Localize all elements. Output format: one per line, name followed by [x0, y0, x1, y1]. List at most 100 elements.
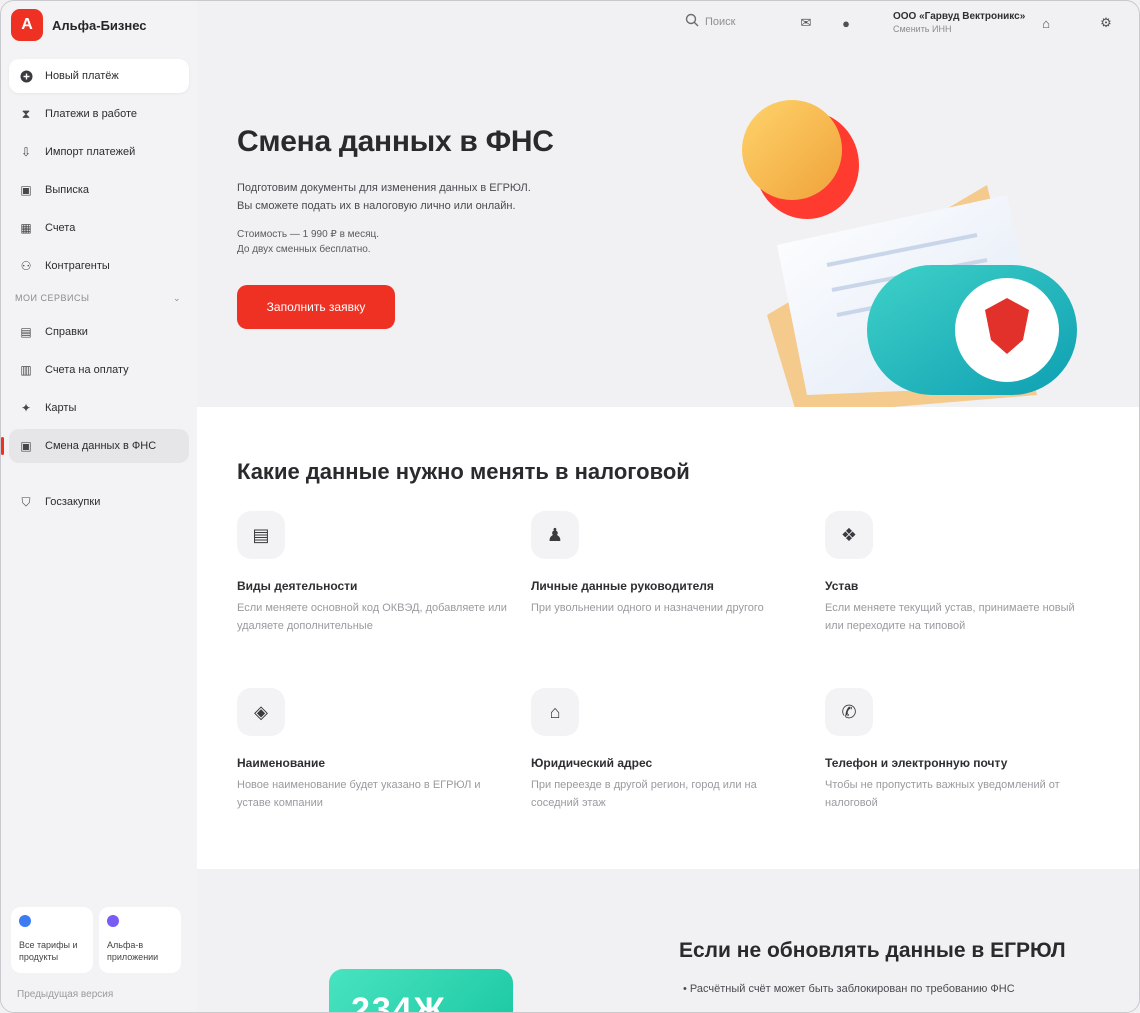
data-card-address: ⌂ Юридический адрес При переезде в друго…: [531, 688, 801, 812]
app-window: А Альфа-Бизнес Новый платёж ⧗ Платежи в …: [0, 0, 1140, 1013]
sidebar-item-cards[interactable]: ✦ Карты: [9, 391, 189, 425]
sidebar: А Альфа-Бизнес Новый платёж ⧗ Платежи в …: [1, 1, 197, 1012]
section-title: Какие данные нужно менять в налоговой: [237, 459, 690, 484]
data-change-section: Какие данные нужно менять в налоговой ▤ …: [197, 407, 1139, 869]
promo-card-tariffs[interactable]: Все тарифы и продукты: [11, 907, 93, 973]
search-placeholder: Поиск: [705, 15, 736, 28]
card-title: Виды деятельности: [237, 579, 358, 593]
card-text: При увольнении одного и назначении друго…: [531, 602, 764, 614]
sidebar-item-label: Госзакупки: [45, 496, 101, 508]
sidebar-item-contractors[interactable]: ⚇ Контрагенты: [9, 249, 189, 283]
sidebar-item-certificates[interactable]: ▤ Справки: [9, 315, 189, 349]
procurement-icon: ⛉: [21, 494, 31, 509]
price-line: Стоимость — 1 990 ₽ в месяц.: [237, 229, 380, 240]
company-switcher[interactable]: ООО «Гарвуд Вектроникс» Сменить ИНН: [893, 10, 1025, 36]
address-icon: ⌂: [531, 688, 579, 736]
card-title: Юридический адрес: [531, 756, 653, 770]
section-title: Если не обновлять данные в ЕГРЮЛ: [679, 939, 1066, 962]
sidebar-item-statement[interactable]: ▣ Выписка: [9, 173, 189, 207]
sidebar-item-tax-data[interactable]: ▣ Смена данных в ФНС: [1, 429, 189, 463]
card-title: Наименование: [237, 756, 326, 770]
hero-price: Стоимость — 1 990 ₽ в месяц. До двух сме…: [237, 227, 379, 257]
promo-illustration-card: 234Ж: [329, 969, 513, 1012]
card-text: При переезде в другой регион, город или …: [531, 779, 757, 809]
hero-desc-line: Подготовим документы для изменения данны…: [237, 182, 531, 194]
sidebar-item-label: Платежи в работе: [45, 108, 138, 120]
cards-icon: ✦: [20, 401, 32, 415]
search-icon: [685, 13, 699, 30]
data-card-contact: ✆ Телефон и электронную почту Чтобы не п…: [825, 688, 1095, 812]
invoice-icon: ▥: [20, 363, 32, 377]
mail-icon[interactable]: ✉: [797, 14, 815, 32]
sidebar-item-label: Счета на оплату: [45, 364, 129, 376]
hourglass-icon: ⧗: [21, 106, 31, 121]
app-name: Альфа-Бизнес: [52, 17, 147, 33]
company-name: ООО «Гарвуд Вектроникс»: [893, 11, 1026, 22]
contact-icon: ✆: [825, 688, 873, 736]
sidebar-nav: Новый платёж ⧗ Платежи в работе ⇩ Импорт…: [1, 59, 189, 523]
sidebar-item-label: Счета: [45, 222, 76, 234]
data-card-activity: ▤ Виды деятельности Если меняете основно…: [237, 511, 507, 635]
sidebar-item-label: Справки: [45, 326, 88, 338]
promo-card-app[interactable]: Альфа-в приложении: [99, 907, 181, 973]
services-section-header[interactable]: МОИ СЕРВИСЫ ⌄: [9, 287, 189, 309]
search[interactable]: Поиск: [685, 13, 735, 30]
card-text: Чтобы не пропустить важных уведомлений о…: [825, 779, 1060, 809]
charter-icon: ❖: [825, 511, 873, 559]
sidebar-item-label: Импорт платежей: [45, 146, 136, 158]
app-icon: [107, 915, 119, 927]
previous-version-link[interactable]: Предыдущая версия: [17, 989, 113, 1000]
promo-cards: Все тарифы и продукты Альфа-в приложении: [11, 907, 181, 973]
warning-bullet: • Расчётный счёт может быть заблокирован…: [683, 983, 1015, 995]
data-card-name: ◈ Наименование Новое наименование будет …: [237, 688, 507, 812]
tax-data-icon: ▣: [20, 439, 32, 453]
egrul-warning-section: 234Ж Если не обновлять данные в ЕГРЮЛ • …: [197, 869, 1139, 1012]
card-text: Если меняете текущий устав, принимаете н…: [825, 602, 1075, 632]
gear-icon[interactable]: ⚙: [1097, 14, 1115, 32]
hero-illustration: [737, 95, 1097, 415]
import-icon: ⇩: [20, 145, 32, 159]
name-icon: ◈: [237, 688, 285, 736]
card-title: Устав: [825, 579, 859, 593]
contractors-icon: ⚇: [20, 259, 32, 273]
data-card-charter: ❖ Устав Если меняете текущий устав, прин…: [825, 511, 1095, 635]
sidebar-item-label: Новый платёж: [45, 70, 119, 82]
director-icon: ♟: [531, 511, 579, 559]
price-line: До двух сменных бесплатно.: [237, 244, 371, 255]
logo-mark: А: [11, 9, 43, 41]
activity-icon: ▤: [237, 511, 285, 559]
sidebar-item-payments-in-progress[interactable]: ⧗ Платежи в работе: [9, 97, 189, 131]
sidebar-item-invoices[interactable]: ▥ Счета на оплату: [9, 353, 189, 387]
statement-icon: ▣: [20, 183, 32, 197]
top-bar: Поиск ✉ ● ООО «Гарвуд Вектроникс» Сменит…: [197, 1, 1139, 45]
plus-icon: [19, 69, 33, 83]
card-title: Телефон и электронную почту: [825, 756, 1008, 770]
heart-icon: [19, 915, 31, 927]
sidebar-item-label: Карты: [45, 402, 77, 414]
sidebar-item-procurement[interactable]: ⛉ Госзакупки: [9, 485, 189, 519]
hero-section: Смена данных в ФНС Подготовим документы …: [197, 45, 1139, 415]
data-card-director: ♟ Личные данные руководителя При увольне…: [531, 511, 801, 617]
logo[interactable]: А Альфа-Бизнес: [11, 9, 147, 41]
card-text: Если меняете основной код ОКВЭД, добавля…: [237, 602, 507, 632]
hero-desc-line: Вы сможете подать их в налоговую лично и…: [237, 200, 516, 212]
company-sub: Сменить ИНН: [893, 24, 952, 34]
accounts-icon: ▦: [20, 221, 32, 235]
sidebar-item-label: Контрагенты: [45, 260, 110, 272]
promo-label: Все тарифы и продукты: [19, 940, 78, 962]
card-title: Личные данные руководителя: [531, 579, 714, 593]
sidebar-item-import[interactable]: ⇩ Импорт платежей: [9, 135, 189, 169]
card-text: Новое наименование будет указано в ЕГРЮЛ…: [237, 779, 481, 809]
sidebar-item-label: Смена данных в ФНС: [45, 440, 157, 452]
bell-icon[interactable]: ●: [837, 14, 855, 32]
promo-label: Альфа-в приложении: [107, 940, 159, 962]
sidebar-item-label: Выписка: [45, 184, 90, 196]
sidebar-item-new-payment[interactable]: Новый платёж: [9, 59, 189, 93]
sidebar-item-accounts[interactable]: ▦ Счета: [9, 211, 189, 245]
section-label: МОИ СЕРВИСЫ: [15, 293, 90, 303]
fill-application-button[interactable]: Заполнить заявку: [237, 285, 395, 329]
certificate-icon: ▤: [20, 325, 32, 339]
hero-description: Подготовим документы для изменения данны…: [237, 179, 617, 215]
chevron-down-icon: ⌄: [172, 292, 181, 303]
chevron-down-icon[interactable]: ⌂: [1037, 14, 1055, 32]
